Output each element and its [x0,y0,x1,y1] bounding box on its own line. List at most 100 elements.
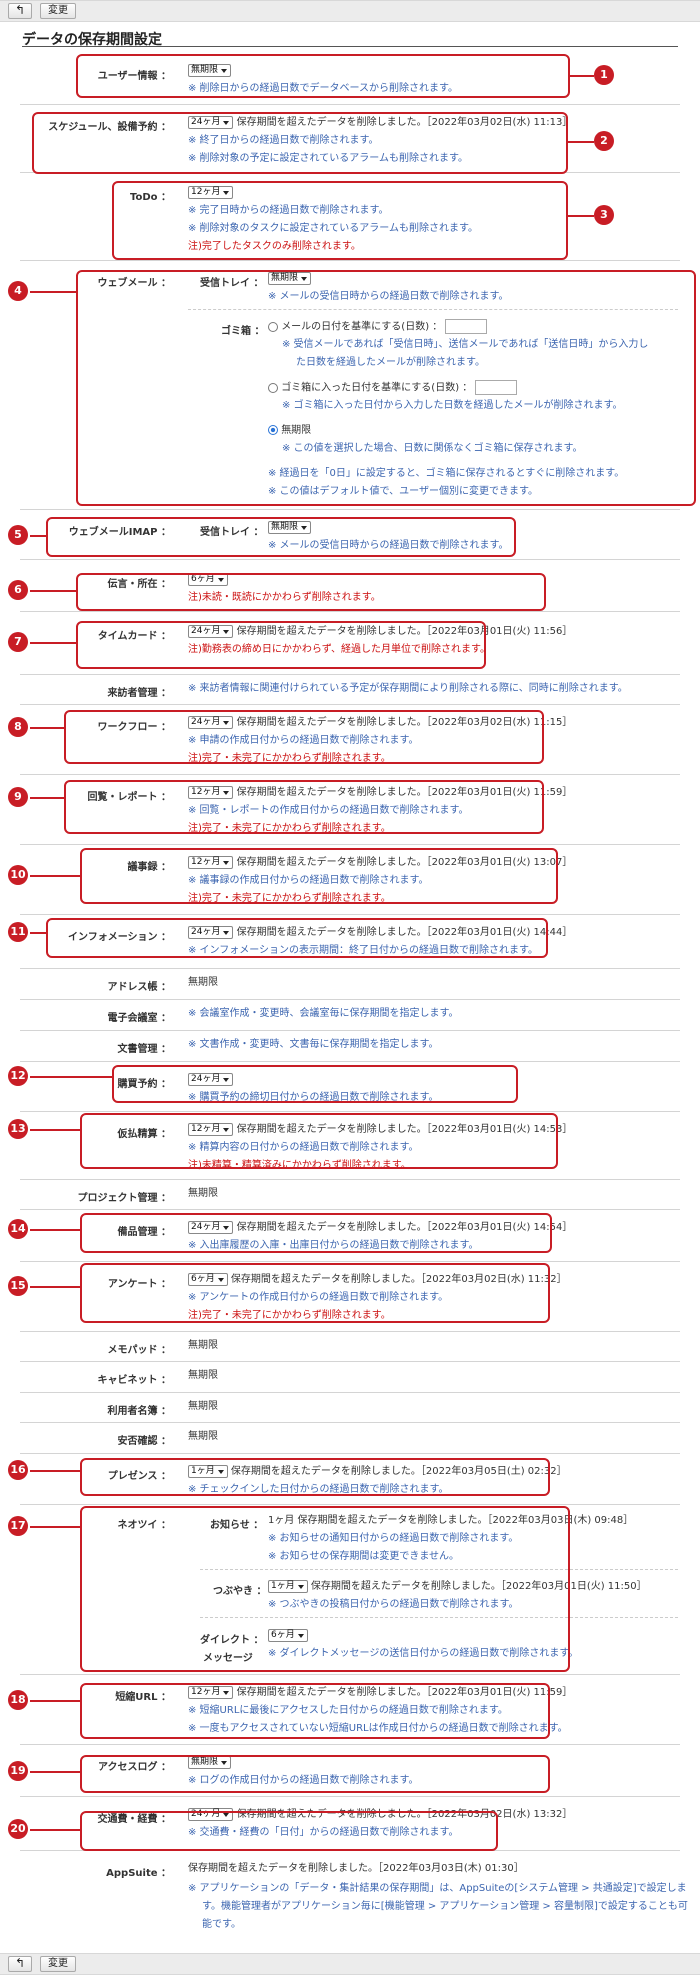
annotation-badge-6: 6 [8,580,28,600]
conference-label: 電子会議室 ： [107,1013,171,1024]
annotation-badge-14: 14 [8,1219,28,1239]
annotation-badge-8: 8 [8,717,28,737]
safety-label: 安否確認 ： [117,1436,171,1447]
presence-retention-select[interactable]: 1ヶ月 [188,1464,228,1478]
row-schedule: スケジュール、設備予約 ： 24ヶ月 保存期間を超えたデータを削除しました。［2… [20,105,680,173]
annotation-badge-13: 13 [8,1119,28,1139]
row-address: アドレス帳 ： 無期限 [20,969,680,1000]
back-arrow-icon: ↰ [14,1956,26,1970]
todo-retention-select[interactable]: 12ヶ月 [188,185,234,199]
annotation-badge-5: 5 [8,525,28,545]
row-purchase: 購買予約 ： 24ヶ月 ※ 購買予約の締切日付からの経過日数で削除されます。 [20,1062,680,1112]
minutes-retention-select[interactable]: 12ヶ月 [188,855,234,869]
row-presence: プレゼンス ： 1ヶ月 保存期間を超えたデータを削除しました。［2022年03月… [20,1454,680,1505]
row-workflow: ワークフロー ： 24ヶ月 保存期間を超えたデータを削除しました。［2022年0… [20,705,680,775]
circular-label: 回覧・レポート ： [87,792,171,803]
annotation-connector [566,141,594,143]
webmail-note-b: ※ この値はデフォルト値で、ユーザー個別に変更できます。 [268,486,538,497]
workflow-retention-select[interactable]: 24ヶ月 [188,715,234,729]
row-documents: 文書管理 ： ※ 文書作成・変更時、文書毎に保存期間を指定します。 [20,1031,680,1062]
annotation-connector [30,727,66,729]
trash-option-by-trash-date-radio[interactable] [268,382,278,393]
change-button[interactable]: 変更 [40,3,76,19]
imap-inbox-select[interactable]: 無期限 [268,520,312,534]
user-retention-select[interactable]: 無期限 [188,63,232,77]
purchase-label: 購買予約 ： [117,1079,171,1090]
trash-days-by-trash-date-input[interactable] [475,380,518,395]
accesslog-retention-select[interactable]: 無期限 [188,1755,232,1769]
schedule-retention-select[interactable]: 24ヶ月 [188,115,234,129]
schedule-label: スケジュール、設備予約 ： [48,122,171,133]
webmail-inbox-note: ※ メールの受信日時からの経過日数で削除されます。 [268,291,509,302]
travel-retention-select[interactable]: 24ヶ月 [188,1807,234,1821]
annotation-badge-9: 9 [8,787,28,807]
row-webmail-imap: ウェブメールIMAP ： 受信トレイ ： 無期限 ※ メールの受信日時からの経過… [20,510,680,560]
neotwi-divider-1 [200,1569,678,1570]
user-note: ※ 削除日からの経過日数でデータベースから削除されます。 [188,83,459,94]
address-value: 無期限 [188,977,218,988]
equipment-note: ※ 入出庫履歴の入庫・出庫日付からの経過日数で削除されます。 [188,1240,479,1251]
neotwi-tweet-status: 保存期間を超えたデータを削除しました。［2022年03月01日(火) 11:50… [310,1581,647,1592]
change-button-bottom[interactable]: 変更 [40,1956,76,1972]
neotwi-label: ネオツイ ： [117,1520,171,1531]
appsuite-label: AppSuite ： [106,1868,171,1879]
todo-note-1: ※ 完了日時からの経過日数で削除されます。 [188,205,389,216]
timecard-label: タイムカード ： [97,631,171,642]
webmail-label: ウェブメール ： [97,278,171,289]
annotation-connector [30,1829,82,1831]
travel-note: ※ 交通費・経費の「日付」からの経過日数で削除されます。 [188,1827,459,1838]
webmail-trash-label: ゴミ箱 ： [221,326,265,337]
memopad-label: メモパッド ： [107,1345,171,1356]
minutes-status: 保存期間を超えたデータを削除しました。［2022年03月01日(火) 13:07… [236,857,573,868]
cabinet-value: 無期限 [188,1370,218,1381]
shorturl-retention-select[interactable]: 12ヶ月 [188,1685,234,1699]
row-project: プロジェクト管理 ： 無期限 [20,1180,680,1210]
expense-note-2: 注)未精算・精算済みにかかわらず削除されます。 [188,1160,411,1171]
shorturl-status: 保存期間を超えたデータを削除しました。［2022年03月01日(火) 11:59… [236,1687,573,1698]
appsuite-status: 保存期間を超えたデータを削除しました。［2022年03月03日(木) 01:30… [188,1863,524,1874]
trash-days-by-mail-date-input[interactable] [445,319,488,334]
trash-option-unlimited-radio[interactable] [268,425,278,435]
todo-note-3: 注)完了したタスクのみ削除されます。 [188,241,361,252]
schedule-note-1: ※ 終了日からの経過日数で削除されます。 [188,135,379,146]
purchase-retention-select[interactable]: 24ヶ月 [188,1072,234,1086]
neotwi-dm-label-2: メッセージ [203,1653,253,1664]
todo-label: ToDo ： [129,192,171,203]
back-button-bottom[interactable]: ↰ [8,1956,32,1972]
workflow-label: ワークフロー ： [97,722,171,733]
survey-retention-select[interactable]: 6ヶ月 [188,1272,228,1286]
schedule-status: 保存期間を超えたデータを削除しました。［2022年03月02日(水) 11:13… [236,117,573,128]
back-button[interactable]: ↰ [8,3,32,19]
webmail-inbox-select[interactable]: 無期限 [268,271,312,285]
neotwi-dm-label-1: ダイレクト ： [200,1635,264,1646]
equipment-retention-select[interactable]: 24ヶ月 [188,1220,234,1234]
message-note: 注)未読・既読にかかわらず削除されます。 [188,592,381,603]
address-label: アドレス帳 ： [107,982,171,993]
title-divider [22,46,678,47]
trash-option-2-label: ゴミ箱に入った日付を基準にする(日数) ： [281,382,473,394]
presence-note: ※ チェックインした日付からの経過日数で削除されます。 [188,1484,449,1495]
documents-label: 文書管理 ： [117,1044,171,1055]
survey-status: 保存期間を超えたデータを削除しました。［2022年03月02日(水) 11:32… [230,1274,567,1285]
timecard-retention-select[interactable]: 24ヶ月 [188,624,234,638]
expense-retention-select[interactable]: 12ヶ月 [188,1122,234,1136]
information-retention-select[interactable]: 24ヶ月 [188,925,234,939]
annotation-badge-19: 19 [8,1761,28,1781]
annotation-connector [30,1700,82,1702]
neotwi-dm-select[interactable]: 6ヶ月 [268,1628,308,1642]
minutes-note-2: 注)完了・未完了にかかわらず削除されます。 [188,893,391,904]
row-webmail: ウェブメール ： 受信トレイ ： 無期限 ※ メールの受信日時からの経過日数で削… [20,261,680,510]
minutes-note-1: ※ 議事録の作成日付からの経過日数で削除されます。 [188,875,429,886]
presence-status: 保存期間を超えたデータを削除しました。［2022年03月05日(土) 02:32… [230,1466,567,1477]
expense-status: 保存期間を超えたデータを削除しました。［2022年03月01日(火) 14:53… [236,1124,573,1135]
conference-note: ※ 会議室作成・変更時、会議室毎に保存期間を指定します。 [188,1008,459,1019]
minutes-label: 議事録 ： [127,862,171,873]
trash-option-by-mail-date-radio[interactable] [268,321,278,332]
annotation-badge-12: 12 [8,1066,28,1086]
circular-retention-select[interactable]: 12ヶ月 [188,785,234,799]
neotwi-tweet-select[interactable]: 1ヶ月 [268,1579,308,1593]
imap-inbox-note: ※ メールの受信日時からの経過日数で削除されます。 [268,540,509,551]
message-retention-select[interactable]: 6ヶ月 [188,572,228,586]
purchase-note: ※ 購買予約の締切日付からの経過日数で削除されます。 [188,1092,439,1103]
message-label: 伝言・所在 ： [107,579,171,590]
